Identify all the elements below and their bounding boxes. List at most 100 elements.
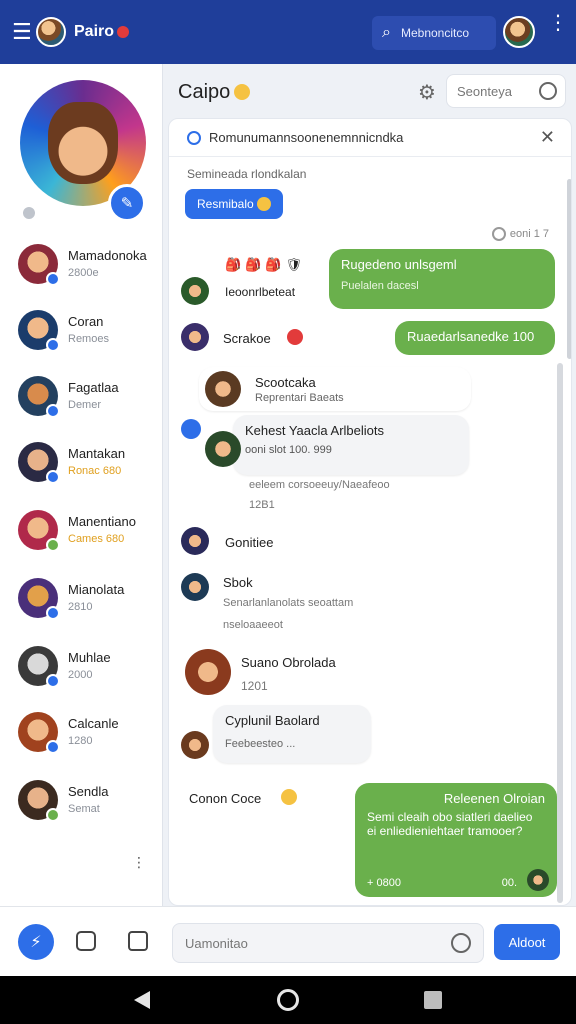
- contact-item[interactable]: Sendla Semat: [18, 780, 158, 832]
- quick-action-fab[interactable]: ⚡: [18, 924, 54, 960]
- attachment-icon[interactable]: [128, 931, 148, 951]
- info-icon: [187, 130, 201, 145]
- incoming-message[interactable]: Cyplunil Baolard Feebeesteo ...: [213, 705, 371, 763]
- scrollbar[interactable]: [567, 179, 571, 359]
- sender-avatar: [181, 277, 209, 305]
- chat-search-input[interactable]: Seonteya: [446, 74, 566, 108]
- emoji-icon: [234, 84, 251, 100]
- contact-meta: Demer: [68, 399, 102, 411]
- message-subtext: Feebeesteo ...: [225, 738, 296, 750]
- recents-icon[interactable]: [424, 991, 442, 1009]
- message-subtext: Reprentari Baeats: [255, 392, 344, 404]
- contact-item[interactable]: Coran Remoes: [18, 310, 158, 362]
- close-icon[interactable]: ✕: [540, 127, 555, 148]
- online-badge: [46, 338, 60, 352]
- contact-item[interactable]: Manentiano Cames 680: [18, 510, 158, 562]
- camera-icon[interactable]: [76, 931, 96, 951]
- sender-avatar: [205, 371, 241, 407]
- emoji-icon: [281, 789, 297, 805]
- home-icon[interactable]: [277, 989, 299, 1011]
- sender-name: Gonitiee: [225, 535, 274, 550]
- global-search-box[interactable]: ⌕ Mebnoncitco: [372, 16, 496, 50]
- reply-indicator: [181, 419, 201, 439]
- message-input-placeholder: Uamonitao: [185, 935, 248, 951]
- message-input[interactable]: Uamonitao: [172, 923, 484, 963]
- online-badge: [46, 606, 60, 620]
- system-nav-bar: [0, 976, 576, 1024]
- send-button[interactable]: Aldoot: [494, 924, 560, 960]
- incoming-message[interactable]: Kehest Yaacla Arlbeliots ooni slot 100. …: [233, 415, 469, 475]
- search-label: Mebnoncitco: [400, 26, 470, 40]
- more-contacts-icon[interactable]: ⋮: [132, 854, 146, 871]
- sender-avatar: [181, 573, 209, 601]
- chat-search-placeholder: Seonteya: [457, 83, 512, 99]
- emoji-picker-icon[interactable]: [451, 933, 471, 953]
- back-icon[interactable]: [134, 991, 150, 1009]
- emoji-icon: [287, 329, 303, 345]
- contact-name: Coran: [68, 314, 104, 329]
- online-badge: [46, 404, 60, 418]
- message-text: Scootcaka: [255, 375, 316, 390]
- contact-sidebar: ✎ Mamadonoka 2800e Coran Remoes Fagatlaa…: [0, 64, 163, 906]
- notification-badge: [117, 26, 130, 38]
- scrollbar-track[interactable]: [557, 363, 563, 903]
- sender-name: Suano Obrolada: [241, 655, 336, 670]
- contact-name: Calcanle: [68, 716, 119, 731]
- contact-name: Mamadonoka: [68, 248, 147, 263]
- online-badge: [46, 674, 60, 688]
- contact-item[interactable]: Calcanle 1280: [18, 712, 158, 764]
- contact-meta: 2000: [68, 669, 93, 681]
- panel-title: Romunumannsoonenemnnicndka: [209, 130, 404, 145]
- contact-item[interactable]: Fagatlaa Demer: [18, 376, 158, 428]
- system-message: Semineada rlondkalan: [187, 167, 307, 181]
- contact-name: Mianolata: [68, 582, 125, 597]
- contact-item[interactable]: Mamadonoka 2800e: [18, 244, 158, 296]
- contact-item[interactable]: Mianolata 2810: [18, 578, 158, 630]
- contact-meta: Remoes: [68, 333, 109, 345]
- profile-avatar[interactable]: [503, 16, 535, 48]
- sender-avatar: [181, 323, 209, 351]
- app-title: Pairo: [74, 23, 115, 40]
- sender-avatar: [205, 431, 241, 467]
- contact-item[interactable]: Muhlae 2000: [18, 646, 158, 698]
- sender-name: Sbok: [223, 575, 253, 590]
- contact-meta: 1280: [68, 735, 93, 747]
- message-text: Cyplunil Baolard: [225, 713, 320, 728]
- contact-meta: 2800e: [68, 267, 99, 279]
- contact-name: Fagatlaa: [68, 380, 119, 395]
- message-title: Releenen Olroian: [443, 791, 545, 806]
- edit-profile-button[interactable]: ✎: [108, 184, 146, 222]
- sender-name: Conon Coce: [189, 791, 262, 806]
- contact-meta: 2810: [68, 601, 93, 613]
- search-icon: ⌕: [382, 24, 391, 41]
- sender-avatar: [185, 649, 231, 695]
- status-indicator: [20, 204, 38, 222]
- chat-title: Caipo: [178, 80, 231, 103]
- outgoing-message[interactable]: Rugedeno unlsgeml Puelalen dacesl: [329, 249, 555, 309]
- message-text: Semi cleaih obo siatleri daelieo ei enli…: [367, 810, 533, 838]
- message-text: Rugedeno unlsgeml: [341, 257, 457, 272]
- quick-action-button[interactable]: Resmibalo: [185, 189, 284, 219]
- message-subtext: ooni slot 100. 999: [245, 444, 332, 456]
- panel-header: Romunumannsoonenemnnicndka ✕: [169, 119, 571, 157]
- contact-name: Muhlae: [68, 650, 111, 665]
- outgoing-message[interactable]: Releenen Olroian Semi cleaih obo siatler…: [355, 783, 557, 897]
- online-badge: [46, 272, 60, 286]
- outgoing-message[interactable]: Ruaedarlsanedke 100: [395, 321, 555, 355]
- online-badge: [46, 740, 60, 754]
- sender-name: Scrakoe: [223, 331, 271, 346]
- contact-meta: Semat: [68, 803, 100, 815]
- contact-meta: Cames 680: [68, 533, 125, 545]
- message-text: Senarlanlanolats seoattam: [223, 597, 354, 609]
- hamburger-menu-icon[interactable]: ☰: [12, 19, 32, 45]
- app-avatar[interactable]: [36, 17, 66, 47]
- contact-item[interactable]: Mantakan Ronac 680: [18, 442, 158, 494]
- overflow-menu-icon[interactable]: ⋮: [548, 13, 568, 33]
- clock-icon: [491, 227, 506, 241]
- history-icon[interactable]: [539, 82, 557, 100]
- read-receipt-avatar: [527, 869, 549, 891]
- message-subtext: Puelalen dacesl: [341, 280, 419, 292]
- message-text: Ruaedarlsanedke 100: [407, 329, 535, 344]
- contact-name: Manentiano: [68, 514, 136, 529]
- settings-gear-icon[interactable]: ⚙: [418, 80, 436, 105]
